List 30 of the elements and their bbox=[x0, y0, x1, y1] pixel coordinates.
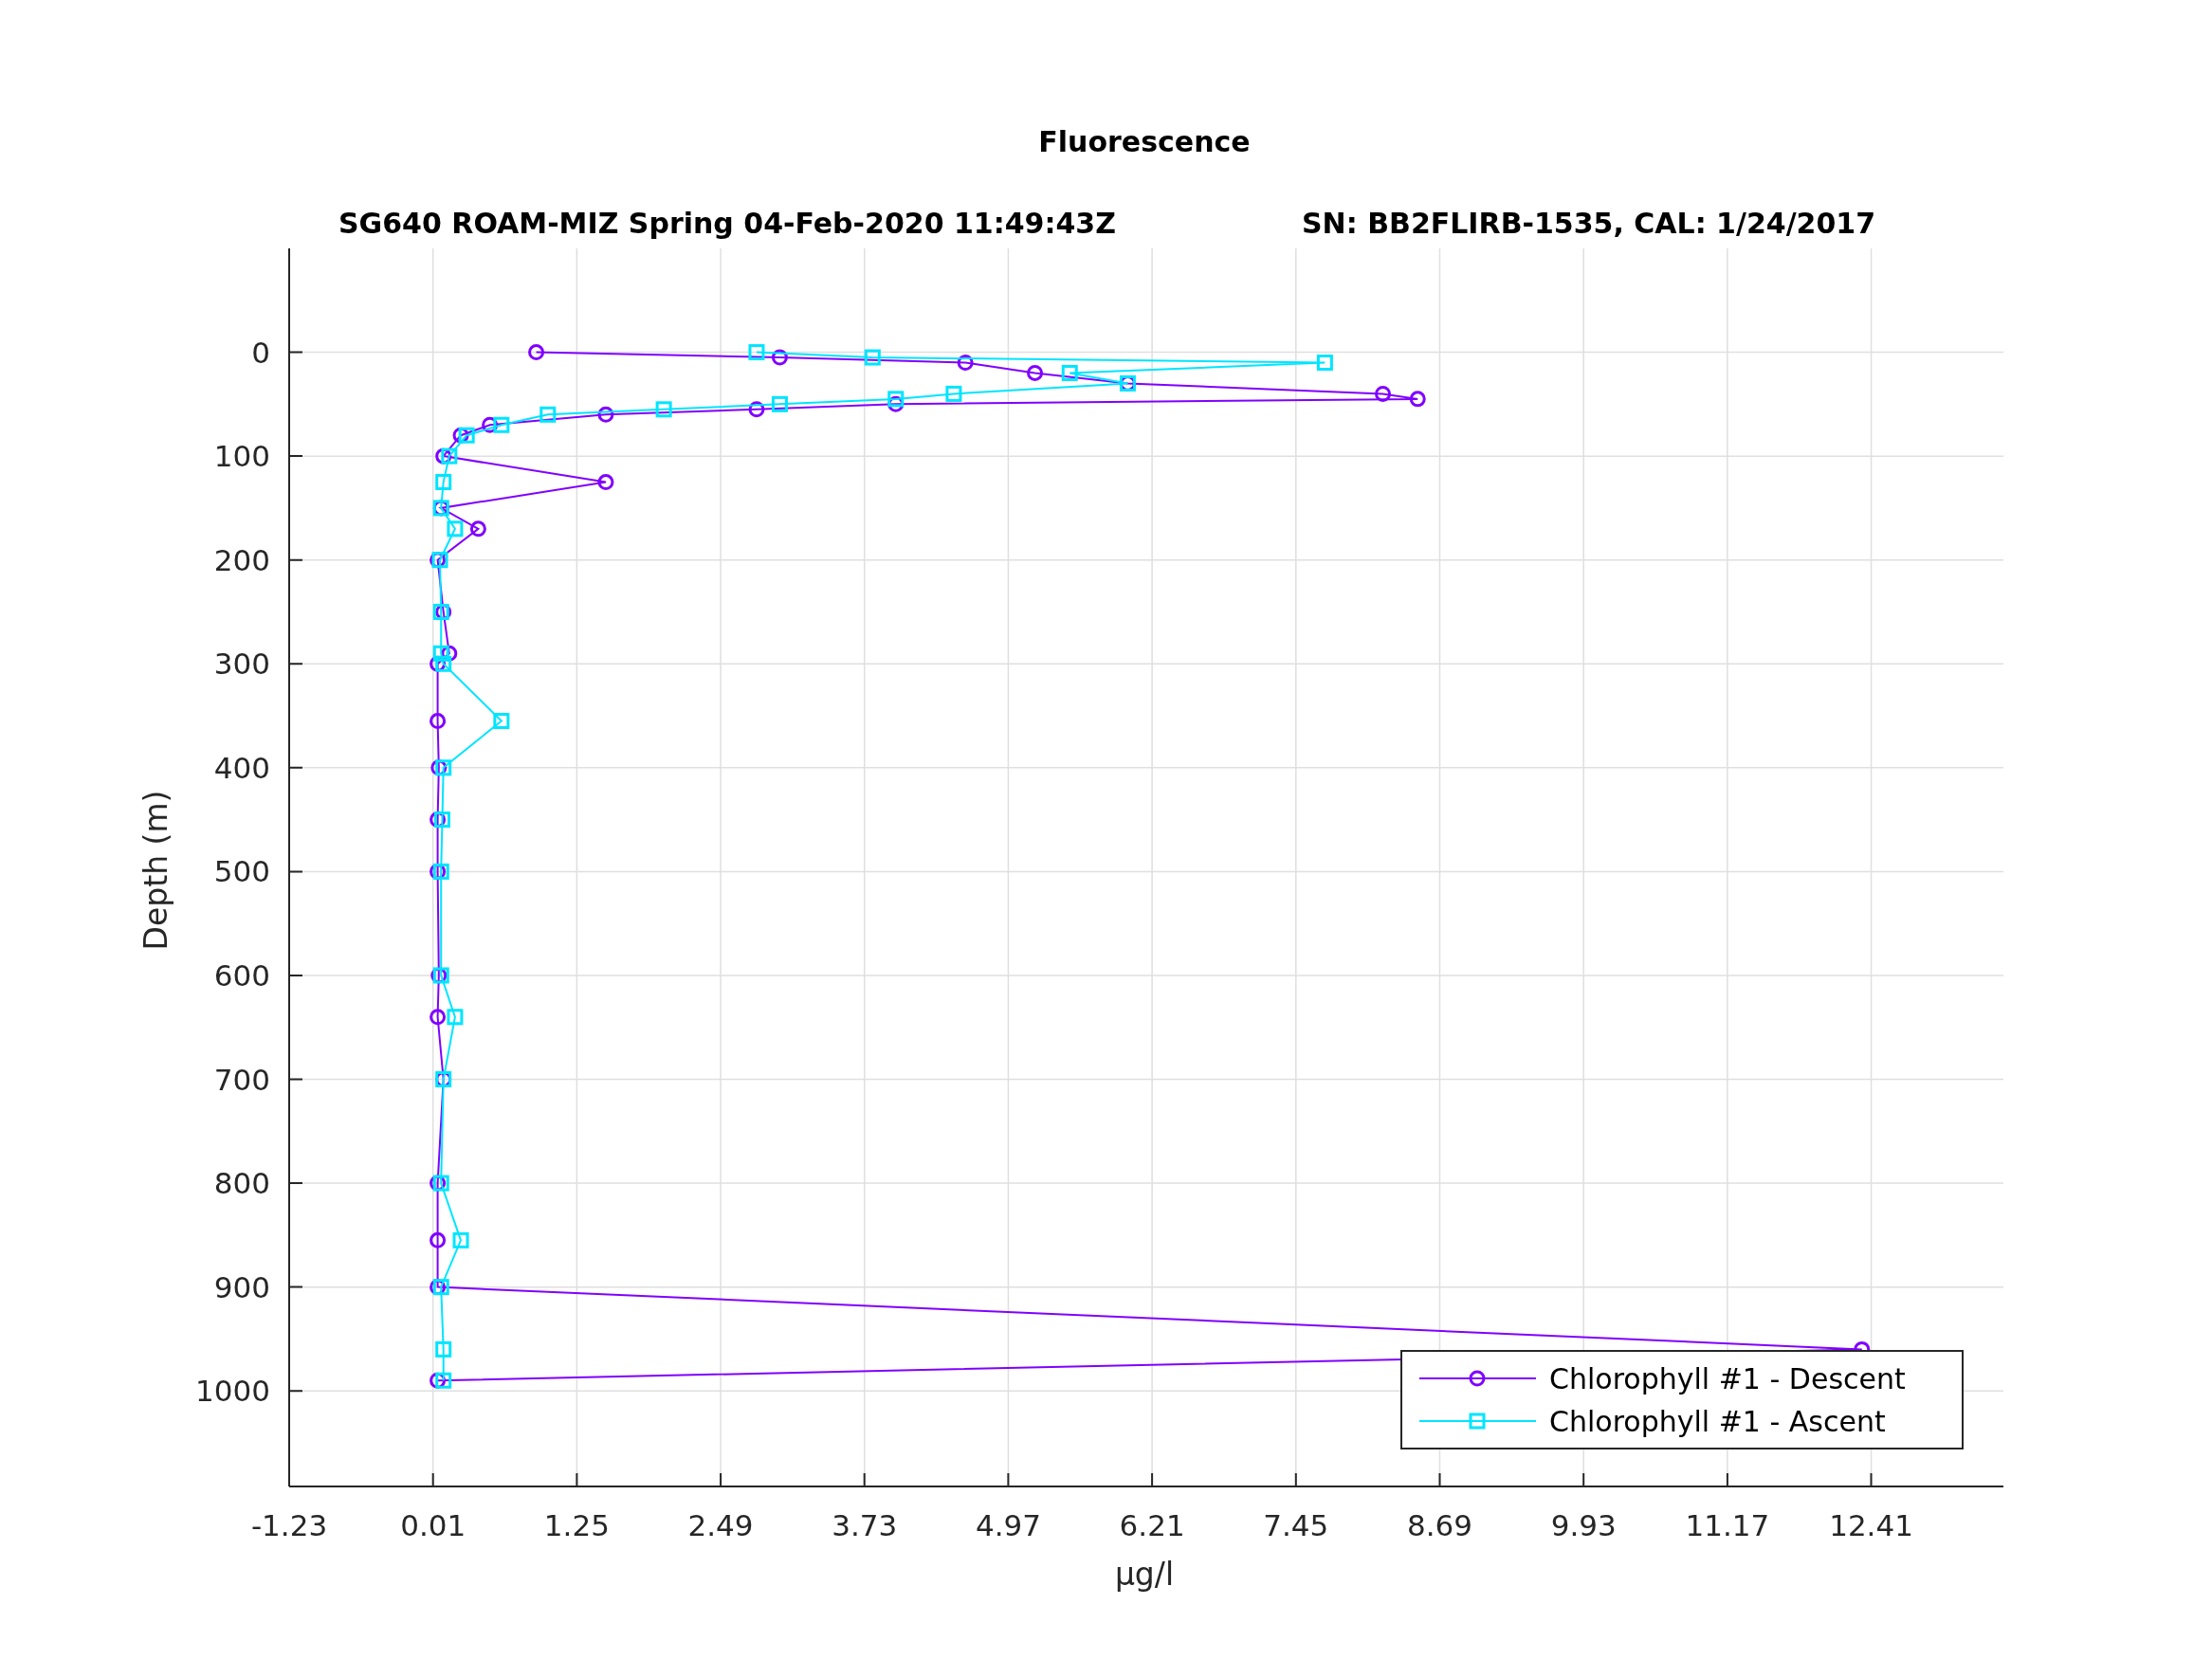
y-tick-label: 100 bbox=[213, 439, 270, 474]
x-tick-label: 12.41 bbox=[1829, 1508, 1913, 1542]
legend-label: Chlorophyll #1 - Descent bbox=[1549, 1362, 1906, 1395]
x-tick-label: 6.21 bbox=[1119, 1508, 1185, 1542]
x-tick-label: -1.23 bbox=[250, 1508, 328, 1542]
x-tick-label: 0.01 bbox=[400, 1508, 466, 1542]
x-axis-label: μg/l bbox=[1114, 1556, 1175, 1593]
x-tick-label: 9.93 bbox=[1550, 1508, 1617, 1542]
y-tick-label: 900 bbox=[213, 1269, 270, 1304]
x-tick-label: 11.17 bbox=[1685, 1508, 1770, 1542]
legend-label: Chlorophyll #1 - Ascent bbox=[1549, 1405, 1886, 1438]
x-tick-label: 4.97 bbox=[975, 1508, 1041, 1542]
y-tick-label: 0 bbox=[251, 335, 270, 370]
x-tick-label: 7.45 bbox=[1263, 1508, 1329, 1542]
chart-subtitle: SN: BB2FLIRB-1535, CAL: 1/24/2017 bbox=[1302, 207, 1876, 240]
x-tick-label: 1.25 bbox=[543, 1508, 610, 1542]
x-tick-label: 8.69 bbox=[1406, 1508, 1472, 1542]
y-tick-label: 700 bbox=[213, 1062, 270, 1097]
y-tick-label: 400 bbox=[213, 750, 270, 785]
y-axis-label: Depth (m) bbox=[137, 790, 174, 951]
x-tick-label: 2.49 bbox=[687, 1508, 754, 1542]
x-tick-label: 3.73 bbox=[832, 1508, 898, 1542]
y-tick-label: 200 bbox=[213, 542, 270, 577]
y-tick-label: 800 bbox=[213, 1166, 270, 1201]
y-tick-label: 600 bbox=[213, 957, 270, 993]
chart-title: Fluorescence bbox=[1038, 125, 1251, 158]
y-tick-label: 500 bbox=[213, 854, 270, 889]
y-tick-label: 1000 bbox=[195, 1374, 270, 1409]
chart-subtitle: SG640 ROAM-MIZ Spring 04-Feb-2020 11:49:43Z bbox=[338, 207, 1116, 240]
y-tick-label: 300 bbox=[213, 647, 270, 682]
